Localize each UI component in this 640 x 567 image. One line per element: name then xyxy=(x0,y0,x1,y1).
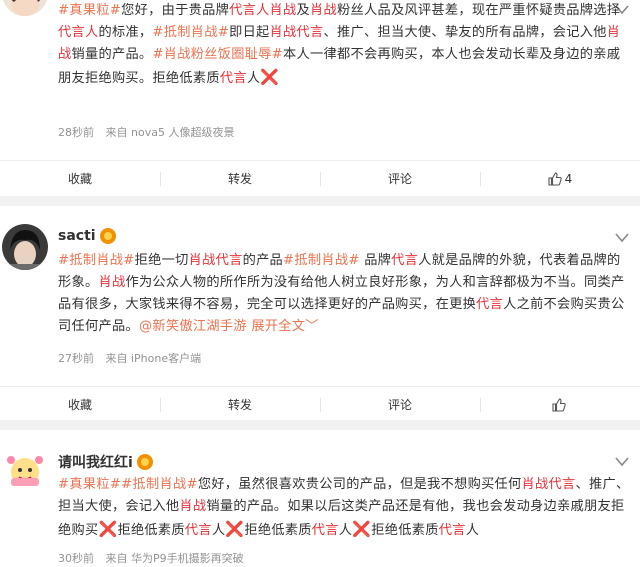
thumb-up-icon xyxy=(548,171,562,186)
repost-button[interactable]: 转发 xyxy=(160,387,320,422)
highlight-text: 肖战 xyxy=(179,499,207,514)
text-segment: 拒绝低素质 xyxy=(371,523,439,538)
hashtag-link[interactable]: #抵制肖战# xyxy=(152,25,229,40)
post-text: #抵制肖战#拒绝一切肖战代言的产品#抵制肖战# 品牌代言人就是品牌的外貌，代表着… xyxy=(58,250,630,338)
chevron-down-icon[interactable] xyxy=(614,456,630,468)
text-segment: 拒绝低素质 xyxy=(117,523,185,538)
text-segment: 您好，由于贵品牌 xyxy=(121,3,230,18)
username[interactable]: 请叫我红红i xyxy=(58,452,153,472)
highlight-text: 代言 xyxy=(311,523,339,538)
hashtag-link[interactable]: #肖战粉丝饭圈耻辱# xyxy=(152,47,283,62)
thumb-up-icon xyxy=(551,397,566,412)
highlight-text: 代言 xyxy=(548,477,576,492)
highlight-text: 代言 xyxy=(184,523,212,538)
post-card: sacti #抵制肖战#拒绝一切肖战代言的产品#抵制肖战# 品牌代言人就是品牌的… xyxy=(0,206,640,420)
avatar[interactable] xyxy=(2,224,48,270)
post-meta: 30秒前 来自 华为P9手机摄影再突破 xyxy=(58,550,252,566)
mention-link[interactable]: 展开全文﹀ xyxy=(247,319,319,334)
username-text: sacti xyxy=(58,228,96,244)
comment-label: 评论 xyxy=(387,398,412,412)
highlight-text: 代言 xyxy=(219,71,247,86)
post-time: 28秒前 xyxy=(58,126,94,139)
highlight-text: 肖战 xyxy=(269,25,297,40)
text-segment: 的产品 xyxy=(242,253,284,268)
post-text: #真果粒#您好，由于贵品牌代言人肖战及肖战粉丝人品及风评甚差，现在严重怀疑贵品牌… xyxy=(58,0,630,90)
avatar[interactable] xyxy=(2,0,48,16)
like-button[interactable]: 4 xyxy=(480,161,640,196)
favorite-button[interactable]: 收藏 xyxy=(0,387,160,422)
highlight-text: 代言人 xyxy=(229,3,270,18)
post-source[interactable]: 来自 iPhone客户端 xyxy=(106,352,202,365)
text-segment: 销量的产品。 xyxy=(71,47,153,62)
text-segment: 品牌 xyxy=(359,253,392,268)
repost-button[interactable]: 转发 xyxy=(160,161,320,196)
text-segment: 粉丝人品及风评甚差，现在严重怀疑贵品牌选择 xyxy=(337,3,621,18)
text-segment: 人 xyxy=(465,523,480,538)
post-source[interactable]: 来自 华为P9手机摄影再突破 xyxy=(106,552,244,565)
cross-mark-icon: ❌ xyxy=(352,520,372,538)
hashtag-link[interactable]: #真果粒# xyxy=(58,3,121,18)
text-segment: 、推广、担当大使、挚友的所有品牌，会记入他 xyxy=(323,25,607,40)
mention-link[interactable]: @新笑傲江湖手游 xyxy=(139,319,247,334)
hashtag-link[interactable]: #真果粒# xyxy=(58,477,121,492)
chevron-down-icon[interactable] xyxy=(614,232,630,244)
post-meta: 28秒前 来自 nova5 人像超级夜景 xyxy=(58,124,242,140)
like-button[interactable] xyxy=(480,387,640,422)
highlight-text: 肖战 xyxy=(188,253,216,268)
action-bar: 收藏 转发 评论 4 xyxy=(0,160,640,196)
hashtag-link[interactable]: #抵制肖战# xyxy=(58,253,135,268)
highlight-text: 代言 xyxy=(476,297,504,312)
action-bar: 收藏 转发 评论 xyxy=(0,386,640,422)
text-segment: 即日起 xyxy=(229,25,270,40)
text-segment: 人 xyxy=(246,71,261,86)
text-segment: 人 xyxy=(338,523,353,538)
verified-badge-icon xyxy=(99,228,116,244)
comment-label: 评论 xyxy=(387,172,412,186)
text-segment: 拒绝一切 xyxy=(134,253,189,268)
repost-label: 转发 xyxy=(227,172,252,186)
highlight-text: 代言 xyxy=(391,253,419,268)
username-text: 请叫我红红i xyxy=(58,455,133,471)
text-segment: 拒绝低素质 xyxy=(244,523,312,538)
post-time: 27秒前 xyxy=(58,352,94,365)
post-time: 30秒前 xyxy=(58,552,94,565)
hashtag-link[interactable]: #抵制肖战# xyxy=(121,477,198,492)
avatar[interactable] xyxy=(2,448,48,494)
highlight-text: 代言人 xyxy=(58,25,99,40)
highlight-text: 代言 xyxy=(438,523,466,538)
highlight-text: 代言 xyxy=(296,25,324,40)
highlight-text: 肖战 xyxy=(269,3,297,18)
post-meta: 27秒前 来自 iPhone客户端 xyxy=(58,350,209,366)
highlight-text: 肖战 xyxy=(310,3,338,18)
cross-mark-icon: ❌ xyxy=(225,520,245,538)
cross-mark-icon: ❌ xyxy=(98,520,118,538)
post-card: 请叫我红红i #真果粒##抵制肖战#您好，虽然很喜欢贵公司的产品，但是我不想购买… xyxy=(0,430,640,567)
cross-mark-icon: ❌ xyxy=(260,68,280,86)
comment-button[interactable]: 评论 xyxy=(320,387,480,422)
favorite-button[interactable]: 收藏 xyxy=(0,161,160,196)
highlight-text: 肖战 xyxy=(98,275,126,290)
comment-button[interactable]: 评论 xyxy=(320,161,480,196)
post-text: #真果粒##抵制肖战#您好，虽然很喜欢贵公司的产品，但是我不想购买任何肖战代言、… xyxy=(58,474,630,542)
post-card: #真果粒#您好，由于贵品牌代言人肖战及肖战粉丝人品及风评甚差，现在严重怀疑贵品牌… xyxy=(0,0,640,188)
hashtag-link[interactable]: #抵制肖战# xyxy=(283,253,360,268)
highlight-text: 肖战 xyxy=(521,477,549,492)
favorite-label: 收藏 xyxy=(67,172,92,186)
text-segment: 您好，虽然很喜欢贵公司的产品，但是我不想购买任何 xyxy=(197,477,522,492)
weibo-feed: #真果粒#您好，由于贵品牌代言人肖战及肖战粉丝人品及风评甚差，现在严重怀疑贵品牌… xyxy=(0,0,640,567)
text-segment: 人 xyxy=(211,523,226,538)
text-segment: 及 xyxy=(296,3,311,18)
like-count: 4 xyxy=(564,171,573,186)
username[interactable]: sacti xyxy=(58,228,116,244)
favorite-label: 收藏 xyxy=(67,398,92,412)
highlight-text: 代言 xyxy=(215,253,243,268)
feed-divider xyxy=(0,196,640,206)
verified-badge-icon xyxy=(136,454,153,470)
post-source[interactable]: 来自 nova5 人像超级夜景 xyxy=(106,126,235,139)
feed-divider xyxy=(0,420,640,430)
repost-label: 转发 xyxy=(227,398,252,412)
text-segment: 的标准， xyxy=(98,25,153,40)
